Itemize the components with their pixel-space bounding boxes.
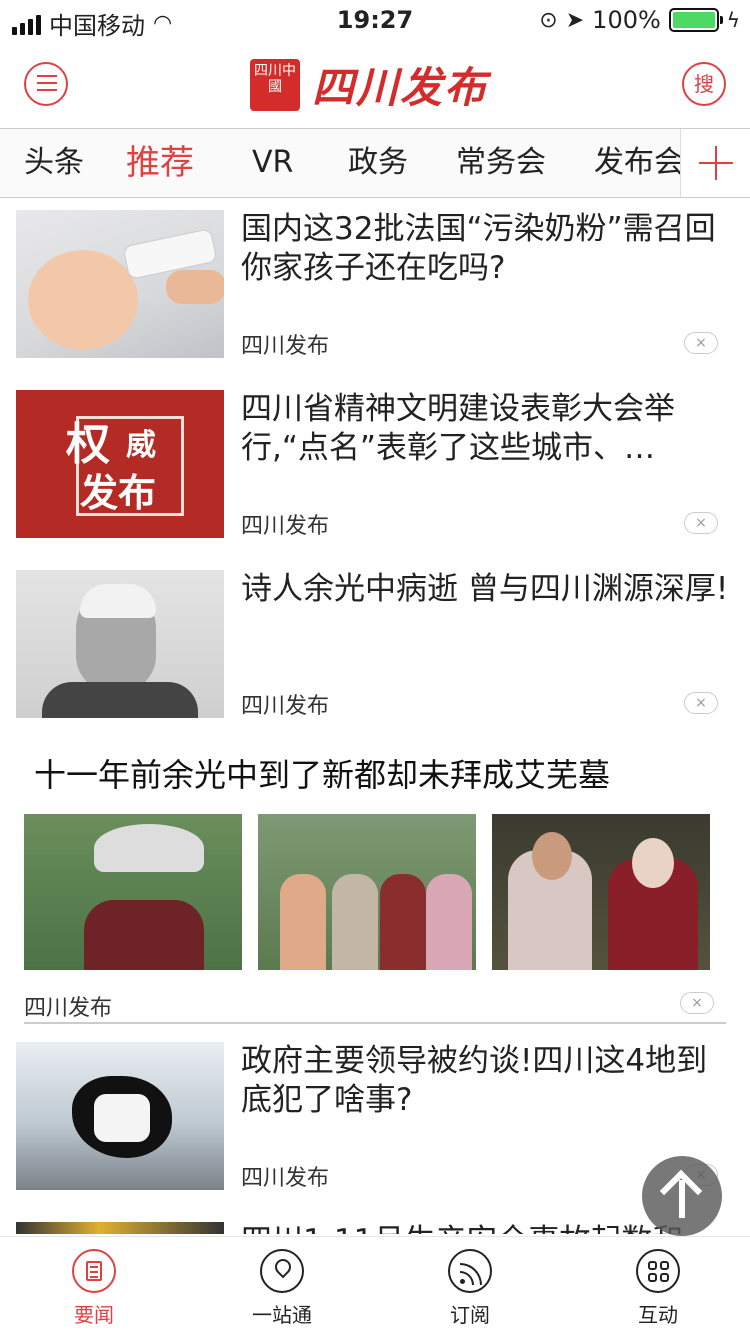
app-logo: 四川中國 四川发布 xyxy=(250,54,488,115)
charging-icon: ϟ xyxy=(726,8,740,32)
nav-label: 互动 xyxy=(638,1303,678,1327)
back-to-top-button[interactable] xyxy=(642,1156,722,1236)
nav-label: 要闻 xyxy=(74,1303,114,1327)
news-thumbnail xyxy=(16,1222,224,1234)
location-pin-icon xyxy=(260,1249,304,1293)
tab-changwuhui[interactable]: 常务会 xyxy=(456,129,546,197)
nav-yizhantong[interactable]: 一站通 xyxy=(222,1249,342,1328)
news-title: 四川省精神文明建设表彰大会举行,“点名”表彰了这些城市、… xyxy=(241,391,675,466)
app-header: 四川中國 四川发布 搜 xyxy=(0,40,750,128)
tab-tuijian[interactable]: 推荐 xyxy=(126,129,194,197)
news-thumbnail xyxy=(16,1042,224,1190)
news-item[interactable]: 政府主要领导被约谈!四川这4地到底犯了啥事? 四川发布 × xyxy=(0,1042,750,1191)
gallery-photo xyxy=(258,814,476,970)
divider xyxy=(24,1022,726,1024)
orientation-lock-icon: ⊙ xyxy=(539,7,558,33)
news-feed: 国内这32批法国“污染奶粉”需召回 你家孩子还在吃吗? 四川发布 × 权 威 发… xyxy=(0,198,750,1234)
status-bar: 中国移动 ◠ 19:27 ⊙ ➤ 100% ϟ xyxy=(0,0,750,40)
thumb-text: 威 xyxy=(126,428,156,463)
news-thumbnail xyxy=(16,210,224,358)
dismiss-button[interactable]: × xyxy=(680,992,714,1014)
nav-label: 一站通 xyxy=(252,1303,312,1327)
gallery-title[interactable]: 十一年前余光中到了新都却未拜成艾芜墓 xyxy=(34,750,610,796)
tab-toutiao[interactable]: 头条 xyxy=(24,129,84,197)
tab-fabuhui[interactable]: 发布会 xyxy=(594,129,684,197)
dismiss-button[interactable]: × xyxy=(684,512,718,534)
news-title: 国内这32批法国“污染奶粉”需召回 你家孩子还在吃吗? xyxy=(241,211,716,286)
news-source: 四川发布 xyxy=(241,334,330,359)
battery-icon xyxy=(668,8,723,32)
bottom-nav: 要闻 一站通 订阅 互动 xyxy=(0,1236,750,1334)
news-source: 四川发布 xyxy=(24,996,113,1021)
gallery-photo xyxy=(24,814,242,970)
document-icon xyxy=(72,1249,116,1293)
tab-vr[interactable]: VR xyxy=(252,129,293,197)
news-title: 诗人余光中病逝 曾与四川渊源深厚! xyxy=(241,571,729,607)
news-source: 四川发布 xyxy=(241,694,330,719)
gallery-photo xyxy=(492,814,710,970)
rss-icon xyxy=(448,1249,492,1293)
nav-yaowen[interactable]: 要闻 xyxy=(34,1249,154,1328)
thumb-text: 发布 xyxy=(80,471,157,515)
news-item[interactable]: 四川1-11月生产安全事故起数和 xyxy=(0,1222,750,1234)
news-thumbnail xyxy=(16,570,224,718)
photo-gallery[interactable] xyxy=(24,814,724,970)
tab-zhengwu[interactable]: 政务 xyxy=(348,129,408,197)
news-source: 四川发布 xyxy=(241,1166,330,1191)
news-thumbnail: 权 威 发布 xyxy=(16,390,224,538)
channel-tabs: 头条 推荐 VR 政务 常务会 发布会 xyxy=(0,128,750,198)
logo-text: 四川发布 xyxy=(312,63,489,112)
menu-button[interactable] xyxy=(24,62,68,106)
nav-dingyue[interactable]: 订阅 xyxy=(410,1249,530,1328)
news-title: 政府主要领导被约谈!四川这4地到底犯了啥事? xyxy=(241,1043,708,1118)
nav-label: 订阅 xyxy=(450,1303,490,1327)
seal-logo: 四川中國 xyxy=(250,58,300,111)
menu-icon xyxy=(37,75,57,96)
grid-icon xyxy=(636,1249,680,1293)
location-icon: ➤ xyxy=(565,7,585,33)
news-item[interactable]: 诗人余光中病逝 曾与四川渊源深厚! 四川发布 × xyxy=(0,570,750,719)
news-source: 四川发布 xyxy=(241,514,330,539)
nav-hudong[interactable]: 互动 xyxy=(598,1249,718,1328)
news-item[interactable]: 国内这32批法国“污染奶粉”需召回 你家孩子还在吃吗? 四川发布 × xyxy=(0,210,750,359)
dismiss-button[interactable]: × xyxy=(684,332,718,354)
battery-percent: 100% xyxy=(592,6,661,34)
dismiss-button[interactable]: × xyxy=(684,692,718,714)
add-channel-button[interactable] xyxy=(680,129,750,197)
search-button[interactable]: 搜 xyxy=(682,62,726,106)
news-item[interactable]: 权 威 发布 四川省精神文明建设表彰大会举行,“点名”表彰了这些城市、… 四川发… xyxy=(0,390,750,539)
